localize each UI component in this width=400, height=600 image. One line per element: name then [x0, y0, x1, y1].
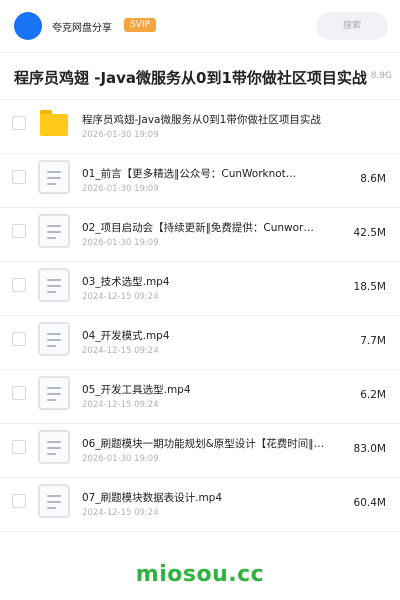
- document-icon: [38, 268, 70, 302]
- file-size: 6.2M: [360, 389, 386, 401]
- file-name: 02_项目启动会【持续更新‖免费提供：Cunwor…: [82, 222, 314, 234]
- svip-badge: SVIP: [124, 18, 156, 32]
- row-checkbox[interactable]: [12, 440, 26, 454]
- row-checkbox[interactable]: [12, 278, 26, 292]
- file-list: 程序员鸡翅-Java微服务从0到1带你做社区项目实战 2026-01-30 19…: [0, 100, 400, 532]
- file-name: 程序员鸡翅-Java微服务从0到1带你做社区项目实战: [82, 114, 321, 126]
- title-row: 程序员鸡翅 -Java微服务从0到1带你做社区项目实战 8.9G: [0, 53, 400, 99]
- file-name: 07_刷题模块数据表设计.mp4: [82, 492, 223, 504]
- file-date: 2026-01-30 19:09: [82, 238, 159, 248]
- file-date: 2024-12-15 09:24: [82, 346, 159, 356]
- list-item[interactable]: 02_项目启动会【持续更新‖免费提供：Cunwor… 2026-01-30 19…: [0, 208, 400, 262]
- file-name: 01_前言【更多精选‖公众号：CunWorknot…: [82, 168, 297, 180]
- document-icon: [38, 322, 70, 356]
- row-checkbox[interactable]: [12, 170, 26, 184]
- file-date: 2026-01-30 19:09: [82, 454, 159, 464]
- total-size: 8.9G: [370, 71, 392, 81]
- file-size: 42.5M: [353, 227, 386, 239]
- page-title: 程序员鸡翅 -Java微服务从0到1带你做社区项目实战: [14, 69, 367, 87]
- file-size: 18.5M: [353, 281, 386, 293]
- watermark: miosou.cc: [135, 562, 265, 587]
- list-item[interactable]: 01_前言【更多精选‖公众号：CunWorknot… 2026-01-30 19…: [0, 154, 400, 208]
- row-checkbox[interactable]: [12, 494, 26, 508]
- search-input[interactable]: 搜索: [316, 12, 388, 40]
- share-name: 夸克网盘分享: [52, 23, 112, 34]
- header: 夸克网盘分享 SVIP 搜索: [0, 0, 400, 52]
- document-icon: [38, 376, 70, 410]
- document-icon: [38, 430, 70, 464]
- file-size: 83.0M: [353, 443, 386, 455]
- row-checkbox[interactable]: [12, 386, 26, 400]
- list-item[interactable]: 04_开发模式.mp4 2024-12-15 09:24 7.7M: [0, 316, 400, 370]
- folder-icon: [38, 106, 70, 140]
- avatar[interactable]: [14, 12, 42, 40]
- document-icon: [38, 160, 70, 194]
- file-name: 05_开发工具选型.mp4: [82, 384, 191, 396]
- file-size: 7.7M: [360, 335, 386, 347]
- row-checkbox[interactable]: [12, 224, 26, 238]
- document-icon: [38, 214, 70, 248]
- file-size: 8.6M: [360, 173, 386, 185]
- file-name: 06_刷题模块一期功能规划&原型设计【花费时间‖免…: [82, 438, 332, 450]
- list-item[interactable]: 05_开发工具选型.mp4 2024-12-15 09:24 6.2M: [0, 370, 400, 424]
- list-item[interactable]: 07_刷题模块数据表设计.mp4 2024-12-15 09:24 60.4M: [0, 478, 400, 532]
- row-checkbox[interactable]: [12, 116, 26, 130]
- file-size: 60.4M: [353, 497, 386, 509]
- row-checkbox[interactable]: [12, 332, 26, 346]
- list-item[interactable]: 03_技术选型.mp4 2024-12-15 09:24 18.5M: [0, 262, 400, 316]
- file-name: 03_技术选型.mp4: [82, 276, 170, 288]
- list-item[interactable]: 06_刷题模块一期功能规划&原型设计【花费时间‖免… 2026-01-30 19…: [0, 424, 400, 478]
- list-item[interactable]: 程序员鸡翅-Java微服务从0到1带你做社区项目实战 2026-01-30 19…: [0, 100, 400, 154]
- file-date: 2024-12-15 09:24: [82, 292, 159, 302]
- document-icon: [38, 484, 70, 518]
- file-date: 2026-01-30 19:09: [82, 184, 159, 194]
- file-date: 2026-01-30 19:09: [82, 130, 159, 140]
- file-name: 04_开发模式.mp4: [82, 330, 170, 342]
- file-date: 2024-12-15 09:24: [82, 508, 159, 518]
- file-date: 2024-12-15 09:24: [82, 400, 159, 410]
